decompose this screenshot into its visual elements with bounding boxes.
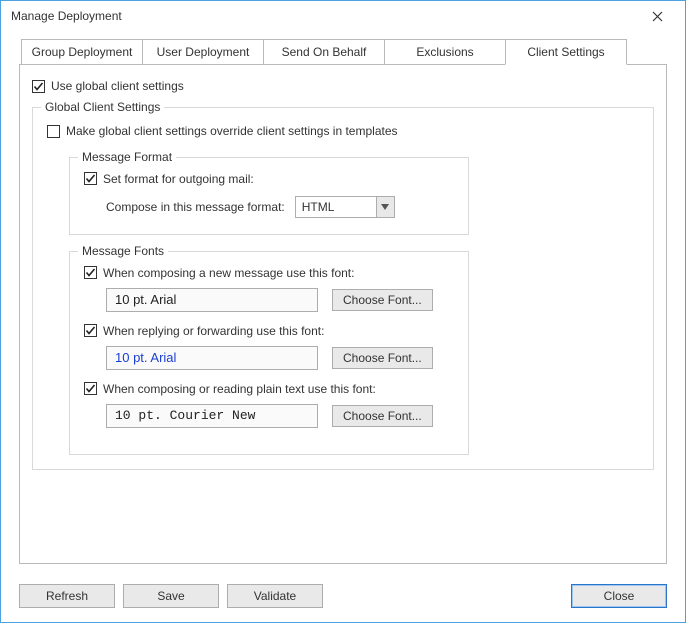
override-checkbox[interactable]: Make global client settings override cli… [47, 124, 398, 138]
titlebar: Manage Deployment [1, 1, 685, 31]
choose-font-reply-button[interactable]: Choose Font... [332, 347, 433, 369]
group-legend: Global Client Settings [41, 100, 164, 114]
reply-font-checkbox[interactable]: When replying or forwarding use this fon… [84, 324, 324, 338]
checkbox-label: Make global client settings override cli… [66, 124, 398, 138]
tab-group-deployment[interactable]: Group Deployment [21, 39, 143, 65]
button-label: Choose Font... [343, 293, 422, 307]
button-label: Refresh [46, 589, 88, 603]
compose-format-label: Compose in this message format: [106, 200, 285, 214]
footer-buttons: Refresh Save Validate Close [1, 576, 685, 622]
save-button[interactable]: Save [123, 584, 219, 608]
tabstrip: Group Deployment User Deployment Send On… [21, 39, 667, 65]
checkbox-box [47, 125, 60, 138]
chevron-down-icon [381, 204, 389, 210]
tab-label: Group Deployment [32, 45, 133, 59]
button-label: Choose Font... [343, 351, 422, 365]
checkbox-box [84, 266, 97, 279]
plain-text-font-display: 10 pt. Courier New [106, 404, 318, 428]
button-label: Validate [254, 589, 296, 603]
refresh-button[interactable]: Refresh [19, 584, 115, 608]
checkmark-icon [85, 325, 96, 336]
message-fonts-group: Message Fonts When composing a new messa… [69, 251, 469, 455]
tab-label: Send On Behalf [282, 45, 367, 59]
checkbox-label: When composing or reading plain text use… [103, 382, 376, 396]
tab-exclusions[interactable]: Exclusions [384, 39, 506, 65]
content-area: Group Deployment User Deployment Send On… [1, 31, 685, 576]
group-legend: Message Fonts [78, 244, 168, 258]
tab-client-settings[interactable]: Client Settings [505, 39, 627, 65]
button-label: Choose Font... [343, 409, 422, 423]
button-label: Close [604, 589, 635, 603]
dropdown-value: HTML [296, 197, 376, 217]
close-icon [652, 11, 663, 22]
checkbox-box [84, 324, 97, 337]
checkmark-icon [85, 383, 96, 394]
dropdown-button [376, 197, 394, 217]
choose-font-new-button[interactable]: Choose Font... [332, 289, 433, 311]
checkbox-label: Use global client settings [51, 79, 184, 93]
manage-deployment-window: Manage Deployment Group Deployment User … [0, 0, 686, 623]
checkmark-icon [85, 173, 96, 184]
checkmark-icon [33, 81, 44, 92]
window-title: Manage Deployment [11, 9, 122, 23]
validate-button[interactable]: Validate [227, 584, 323, 608]
checkbox-box [84, 172, 97, 185]
checkmark-icon [85, 267, 96, 278]
new-message-font-checkbox[interactable]: When composing a new message use this fo… [84, 266, 354, 280]
group-legend: Message Format [78, 150, 176, 164]
checkbox-label: When composing a new message use this fo… [103, 266, 354, 280]
compose-format-dropdown[interactable]: HTML [295, 196, 395, 218]
new-message-font-display: 10 pt. Arial [106, 288, 318, 312]
checkbox-box [84, 382, 97, 395]
window-close-button[interactable] [637, 2, 677, 30]
message-format-group: Message Format Set format for outgoing m… [69, 157, 469, 235]
spacer [331, 584, 563, 608]
reply-font-display: 10 pt. Arial [106, 346, 318, 370]
client-settings-panel: Use global client settings Global Client… [19, 64, 667, 564]
choose-font-plain-button[interactable]: Choose Font... [332, 405, 433, 427]
close-button[interactable]: Close [571, 584, 667, 608]
checkbox-label: When replying or forwarding use this fon… [103, 324, 324, 338]
global-client-settings-group: Global Client Settings Make global clien… [32, 107, 654, 470]
plain-text-font-checkbox[interactable]: When composing or reading plain text use… [84, 382, 376, 396]
checkbox-label: Set format for outgoing mail: [103, 172, 254, 186]
use-global-checkbox[interactable]: Use global client settings [32, 79, 184, 93]
tab-user-deployment[interactable]: User Deployment [142, 39, 264, 65]
tab-send-on-behalf[interactable]: Send On Behalf [263, 39, 385, 65]
checkbox-box [32, 80, 45, 93]
tab-label: User Deployment [157, 45, 250, 59]
tab-label: Client Settings [527, 45, 604, 59]
button-label: Save [157, 589, 184, 603]
set-format-checkbox[interactable]: Set format for outgoing mail: [84, 172, 254, 186]
tab-label: Exclusions [416, 45, 473, 59]
